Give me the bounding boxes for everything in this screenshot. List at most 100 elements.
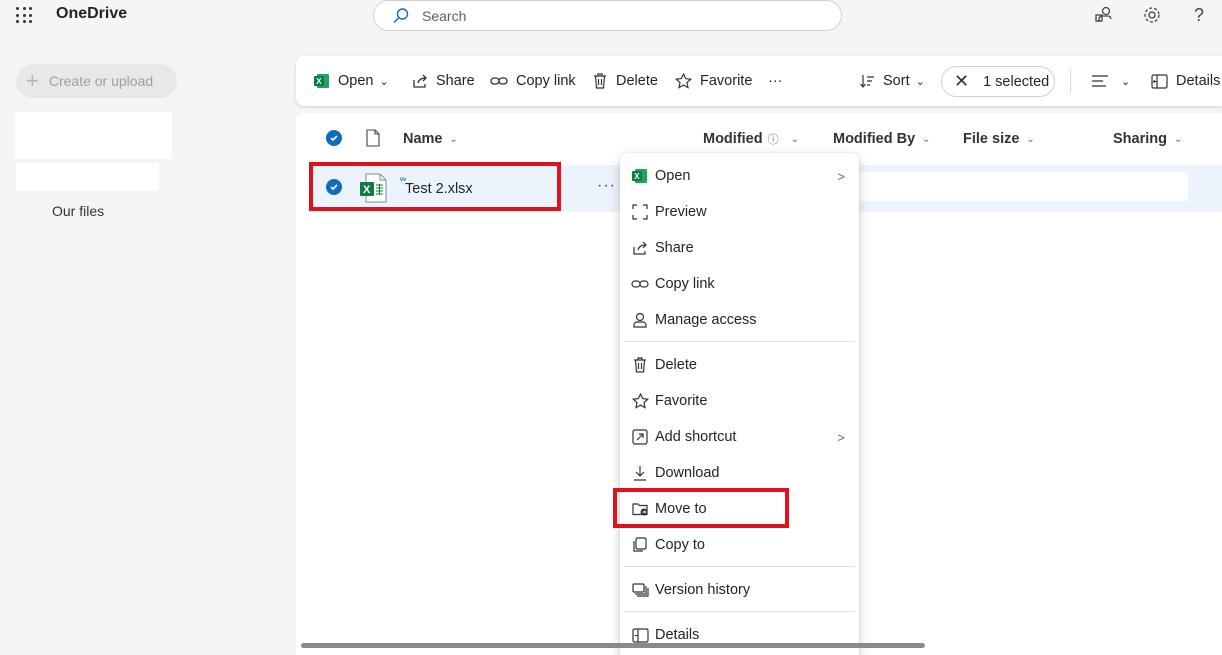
file-type-header-icon <box>366 129 380 147</box>
menu-label: Manage access <box>655 312 757 328</box>
more-commands-button[interactable]: ··· <box>768 71 783 91</box>
person-icon <box>631 311 649 329</box>
menu-label: Details <box>655 627 700 643</box>
nav-placeholder-block <box>16 163 159 191</box>
highlight-box-move-to <box>613 488 789 528</box>
share-icon <box>413 74 427 88</box>
menu-item-add-shortcut[interactable]: Add shortcut > <box>620 423 859 451</box>
menu-label: Download <box>655 465 720 481</box>
share-button[interactable]: Share <box>412 71 475 91</box>
row-more-button[interactable]: ··· <box>597 177 616 195</box>
sort-label: Sort <box>883 73 910 89</box>
menu-label: Open <box>655 168 691 184</box>
info-icon: ⓘ <box>767 134 779 146</box>
create-or-upload-button[interactable]: + Create or upload <box>16 64 177 98</box>
menu-divider <box>624 341 855 342</box>
search-box[interactable]: Search <box>373 0 842 31</box>
column-header-name[interactable]: Name ⌄ <box>403 131 458 147</box>
share-label: Share <box>436 73 475 89</box>
menu-item-manage-access[interactable]: Manage access <box>620 306 859 334</box>
checkmark-icon <box>326 130 342 146</box>
copy-icon <box>631 536 649 554</box>
menu-item-version-history[interactable]: Version history <box>620 576 859 604</box>
chevron-down-icon: ⌄ <box>379 75 389 88</box>
view-options-button[interactable]: ⌄ <box>1091 71 1130 91</box>
excel-icon: X <box>631 167 649 185</box>
preview-icon <box>631 203 649 221</box>
people-icon[interactable] <box>1093 4 1115 26</box>
create-label: Create or upload <box>48 73 154 89</box>
menu-item-favorite[interactable]: Favorite <box>620 387 859 415</box>
nav-placeholder-block <box>15 112 172 159</box>
sort-icon <box>860 75 874 88</box>
settings-icon[interactable] <box>1141 4 1163 26</box>
download-icon <box>631 464 649 482</box>
star-icon <box>631 392 649 410</box>
help-icon[interactable]: ? <box>1188 4 1210 26</box>
copy-link-button[interactable]: Copy link <box>490 71 576 91</box>
svg-text:X: X <box>316 77 322 86</box>
details-button[interactable]: Details <box>1151 71 1220 91</box>
trash-icon <box>631 356 649 374</box>
menu-item-share[interactable]: Share <box>620 234 859 262</box>
column-modified-label: Modified <box>703 131 763 147</box>
menu-label: Copy to <box>655 537 705 553</box>
chevron-right-icon: > <box>837 168 845 184</box>
close-icon[interactable]: ✕ <box>954 71 969 92</box>
version-history-icon <box>631 581 649 599</box>
menu-item-delete[interactable]: Delete <box>620 351 859 379</box>
column-header-file-size[interactable]: File size ⌄ <box>963 131 1035 147</box>
star-icon <box>675 73 692 89</box>
plus-icon: + <box>26 68 39 93</box>
selected-count: 1 selected <box>983 73 1050 90</box>
menu-label: Copy link <box>655 276 715 292</box>
divider <box>1070 69 1071 93</box>
menu-label: Delete <box>655 357 697 373</box>
chevron-down-icon: ⌄ <box>790 133 799 145</box>
row-cell-area <box>858 172 1188 201</box>
menu-label: Add shortcut <box>655 429 737 445</box>
column-sharing-label: Sharing <box>1113 131 1167 147</box>
open-label: Open <box>338 73 374 89</box>
column-header-modified-by[interactable]: Modified By ⌄ <box>833 131 931 147</box>
column-file-size-label: File size <box>963 131 1020 147</box>
search-icon <box>393 7 409 23</box>
chevron-down-icon: ⌄ <box>449 133 458 145</box>
menu-item-open[interactable]: X Open > <box>620 162 859 190</box>
app-title[interactable]: OneDrive <box>56 5 127 23</box>
menu-item-download[interactable]: Download <box>620 459 859 487</box>
select-all-checkbox[interactable] <box>326 130 342 146</box>
sort-button[interactable]: Sort ⌄ <box>859 71 925 91</box>
trash-icon <box>594 73 606 89</box>
chevron-right-icon: > <box>837 429 845 445</box>
shortcut-icon <box>631 428 649 446</box>
command-bar: X Open ⌄ Share Copy link Delete Favorite… <box>296 56 1222 106</box>
excel-icon: X <box>314 74 329 88</box>
menu-item-copy-to[interactable]: Copy to <box>620 531 859 559</box>
menu-item-preview[interactable]: Preview <box>620 198 859 226</box>
search-placeholder: Search <box>422 7 467 24</box>
details-pane-icon <box>1151 73 1168 89</box>
app-launcher-icon[interactable] <box>16 7 32 23</box>
menu-label: Version history <box>655 582 751 598</box>
open-button[interactable]: X Open ⌄ <box>314 71 389 91</box>
chevron-down-icon: ⌄ <box>1173 133 1183 145</box>
delete-label: Delete <box>616 73 658 89</box>
share-icon <box>631 239 649 257</box>
highlight-box-file <box>309 162 561 211</box>
chevron-down-icon: ⌄ <box>922 133 931 145</box>
horizontal-scrollbar[interactable] <box>301 643 925 648</box>
chevron-down-icon: ⌄ <box>1121 75 1131 88</box>
column-name-label: Name <box>403 131 443 147</box>
menu-item-copy-link[interactable]: Copy link <box>620 270 859 298</box>
favorite-button[interactable]: Favorite <box>675 71 752 91</box>
delete-button[interactable]: Delete <box>592 71 658 91</box>
context-menu: X Open > Preview Share Copy link Manage … <box>620 153 859 655</box>
copy-link-label: Copy link <box>516 73 576 89</box>
column-header-sharing[interactable]: Sharing ⌄ <box>1113 131 1182 147</box>
selection-pill[interactable]: ✕ 1 selected <box>941 66 1055 97</box>
menu-divider <box>624 566 855 567</box>
column-header-modified[interactable]: Modified ⓘ ⌄ <box>703 131 799 147</box>
nav-item-our-files[interactable]: Our files <box>52 203 104 219</box>
link-icon <box>490 77 508 85</box>
